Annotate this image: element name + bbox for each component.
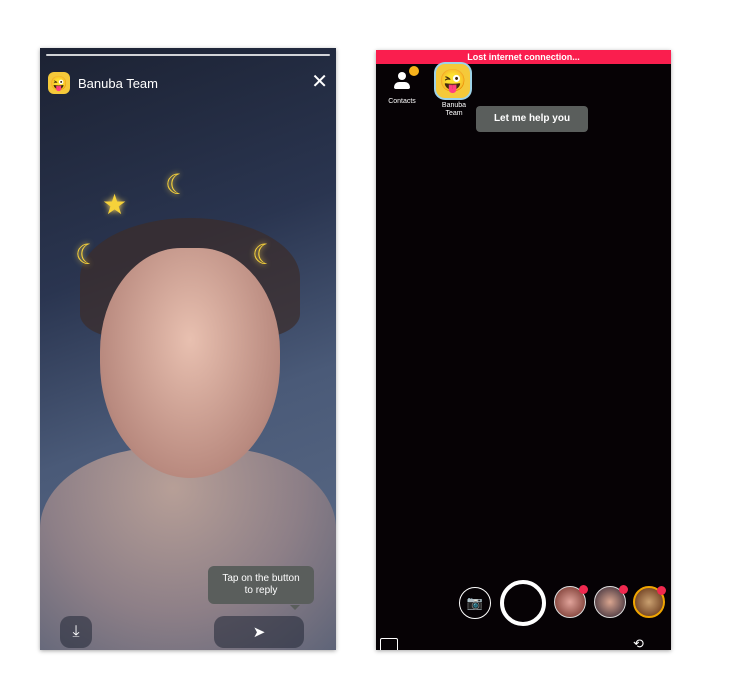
banuba-team-button[interactable]: 😜 Banuba Team bbox=[436, 64, 472, 118]
emoji-avatar-icon: 😜 bbox=[436, 64, 470, 98]
moon-icon: ☾ bbox=[75, 239, 101, 270]
close-icon[interactable]: ✕ bbox=[311, 72, 328, 92]
camera-icon[interactable]: 📷 bbox=[459, 587, 491, 619]
moon-icon: ☾ bbox=[165, 169, 191, 200]
star-icon: ★ bbox=[102, 189, 128, 220]
mask-girl[interactable] bbox=[594, 585, 628, 618]
banuba-label: Banuba Team bbox=[441, 102, 467, 117]
story-progress-bar bbox=[46, 54, 330, 56]
help-tooltip: Let me help you bbox=[476, 106, 588, 132]
moon-icon: ☾ bbox=[252, 239, 278, 270]
mask-cat[interactable] bbox=[554, 585, 588, 618]
flip-camera-icon[interactable]: ⟲ bbox=[633, 636, 644, 650]
photo-face bbox=[100, 248, 280, 478]
gallery-icon[interactable] bbox=[380, 638, 398, 650]
contacts-label: Contacts bbox=[388, 98, 416, 105]
contacts-icon bbox=[391, 66, 419, 92]
connection-banner: Lost internet connection... bbox=[376, 50, 671, 64]
story-header: 😜 Banuba Team bbox=[48, 72, 158, 94]
emoji-avatar-icon: 😜 bbox=[48, 72, 70, 94]
reply-tooltip: Tap on the button to reply bbox=[208, 566, 314, 610]
story-title: Banuba Team bbox=[78, 75, 158, 91]
story-viewer: ★ ☾ ☾ ☾ 😜 Banuba Team ✕ Tap on the butto… bbox=[40, 48, 336, 650]
download-icon[interactable]: ⤓ bbox=[60, 616, 92, 648]
shutter-button[interactable] bbox=[500, 580, 546, 626]
send-icon[interactable]: ➤ bbox=[214, 616, 304, 648]
camera-screen: Lost internet connection... Contacts 😜 B… bbox=[376, 50, 671, 650]
contacts-button[interactable]: Contacts bbox=[386, 66, 419, 105]
mask-crown[interactable] bbox=[633, 586, 666, 618]
